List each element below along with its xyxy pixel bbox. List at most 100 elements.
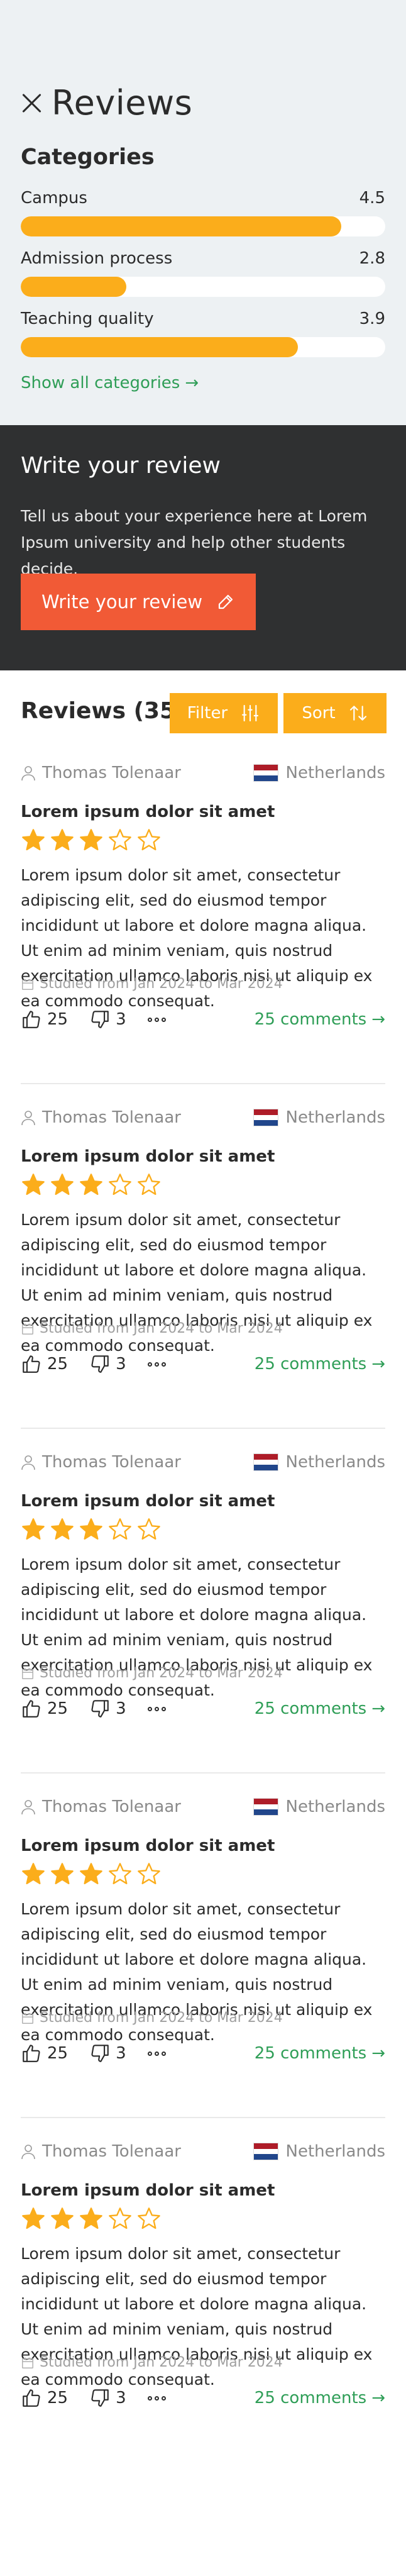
country-name: Netherlands [285, 1108, 386, 1127]
sort-button[interactable]: Sort [283, 693, 387, 733]
more-options-icon[interactable] [147, 1706, 168, 1711]
review-country: Netherlands [253, 1797, 386, 1816]
thumbs-down-icon [91, 2045, 109, 2062]
categories-section: Reviews Categories Campus 4.5 Admission … [0, 0, 406, 425]
review-author: Thomas Tolenaar [21, 1453, 181, 1472]
category-bar-fill [21, 337, 298, 357]
filter-button[interactable]: Filter [170, 693, 278, 733]
comments-link[interactable]: 25 comments → [255, 1010, 385, 1029]
like-button[interactable]: 25 [21, 1353, 68, 1375]
star-filled-icon [22, 829, 45, 850]
comments-link[interactable]: 25 comments → [255, 2389, 385, 2407]
reviews-header: Reviews (359) Filter Sort [0, 670, 406, 740]
categories-heading: Categories [21, 145, 155, 170]
star-empty-icon [138, 1174, 160, 1195]
star-filled-icon [80, 2207, 102, 2229]
country-name: Netherlands [285, 1797, 386, 1816]
comments-label: 25 comments [254, 2389, 367, 2407]
dislike-count: 3 [116, 1355, 126, 1374]
dislike-button[interactable]: 3 [89, 1353, 126, 1375]
studied-text: Studied from Jan 2024 to Mar 2024 [40, 2355, 283, 2370]
like-button[interactable]: 25 [21, 2387, 68, 2409]
netherlands-flag-icon [253, 1453, 278, 1471]
like-button[interactable]: 25 [21, 2043, 68, 2064]
more-options-icon[interactable] [147, 2051, 168, 2056]
studied-text: Studied from Jan 2024 to Mar 2024 [40, 2010, 283, 2026]
star-empty-icon [109, 1518, 131, 1540]
star-filled-icon [51, 1518, 74, 1540]
comments-link[interactable]: 25 comments → [255, 1355, 385, 1374]
category-bar [21, 337, 385, 357]
calendar-icon [22, 1668, 33, 1679]
thumbs-up-icon [23, 2389, 40, 2407]
netherlands-flag-icon [253, 1798, 278, 1816]
comments-label: 25 comments [254, 1355, 367, 1374]
star-filled-icon [51, 2207, 74, 2229]
comments-link[interactable]: 25 comments → [255, 2044, 385, 2063]
category-campus: Campus 4.5 [21, 189, 385, 236]
review-title: Lorem ipsum dolor sit amet [21, 2181, 275, 2200]
more-options-icon[interactable] [147, 1017, 168, 1022]
dislike-count: 3 [116, 1010, 126, 1029]
user-icon [21, 1800, 35, 1815]
thumbs-up-icon [23, 1355, 40, 1373]
star-filled-icon [51, 1863, 74, 1884]
dislike-button[interactable]: 3 [89, 2043, 126, 2064]
like-count: 25 [47, 1699, 69, 1718]
close-icon[interactable] [19, 91, 44, 116]
studied-text: Studied from Jan 2024 to Mar 2024 [40, 1665, 283, 1681]
star-empty-icon [109, 1174, 131, 1195]
category-score: 3.9 [359, 309, 385, 328]
star-empty-icon [109, 2207, 131, 2229]
review-country: Netherlands [253, 2142, 385, 2161]
more-options-icon[interactable] [147, 1362, 168, 1367]
category-bar-fill [21, 277, 127, 297]
dislike-count: 3 [116, 2044, 126, 2063]
calendar-icon [22, 979, 33, 990]
review-country: Netherlands [253, 1108, 386, 1127]
review-card: Thomas Tolenaar Netherlands Lorem ipsum … [21, 1774, 385, 2118]
review-author: Thomas Tolenaar [21, 2142, 181, 2161]
comments-label: 25 comments [254, 2044, 367, 2063]
star-filled-icon [22, 1863, 45, 1884]
arrow-right-icon: → [371, 2389, 385, 2407]
studied-text: Studied from Jan 2024 to Mar 2024 [40, 1321, 283, 1336]
category-score: 2.8 [359, 249, 385, 268]
author-name: Thomas Tolenaar [42, 1108, 181, 1127]
show-all-categories-link[interactable]: Show all categories → [21, 374, 199, 392]
star-rating [21, 1862, 165, 1887]
review-title: Lorem ipsum dolor sit amet [21, 1492, 275, 1511]
star-filled-icon [80, 1863, 102, 1884]
calendar-icon [22, 2357, 33, 2368]
author-name: Thomas Tolenaar [42, 2142, 181, 2161]
category-bar-fill [21, 216, 342, 236]
star-empty-icon [109, 1863, 131, 1884]
comments-link[interactable]: 25 comments → [255, 1699, 385, 1718]
review-card: Thomas Tolenaar Netherlands Lorem ipsum … [21, 2118, 385, 2463]
more-options-icon[interactable] [147, 2396, 168, 2401]
star-empty-icon [138, 2207, 160, 2229]
comments-label: 25 comments [254, 1699, 367, 1718]
category-label: Admission process [21, 249, 173, 268]
category-label: Teaching quality [21, 309, 154, 328]
like-button[interactable]: 25 [21, 1009, 68, 1030]
dislike-button[interactable]: 3 [89, 1698, 126, 1719]
netherlands-flag-icon [253, 764, 278, 782]
category-bar [21, 216, 385, 236]
user-icon [21, 1111, 35, 1126]
write-review-button[interactable]: Write your review [21, 574, 256, 630]
review-actions: 25 3 25 comments → [21, 2387, 385, 2409]
review-actions: 25 3 25 comments → [21, 1009, 385, 1030]
thumbs-down-icon [91, 1355, 109, 1373]
review-list: Thomas Tolenaar Netherlands Lorem ipsum … [0, 740, 406, 2463]
author-name: Thomas Tolenaar [42, 1453, 181, 1472]
dislike-button[interactable]: 3 [89, 1009, 126, 1030]
review-actions: 25 3 25 comments → [21, 1353, 385, 1375]
comments-label: 25 comments [254, 1010, 367, 1029]
sort-arrows-icon [349, 706, 366, 721]
author-name: Thomas Tolenaar [42, 763, 181, 782]
dislike-button[interactable]: 3 [89, 2387, 126, 2409]
page-title: Reviews [52, 83, 193, 123]
like-button[interactable]: 25 [21, 1698, 68, 1719]
review-actions: 25 3 25 comments → [21, 2043, 385, 2064]
